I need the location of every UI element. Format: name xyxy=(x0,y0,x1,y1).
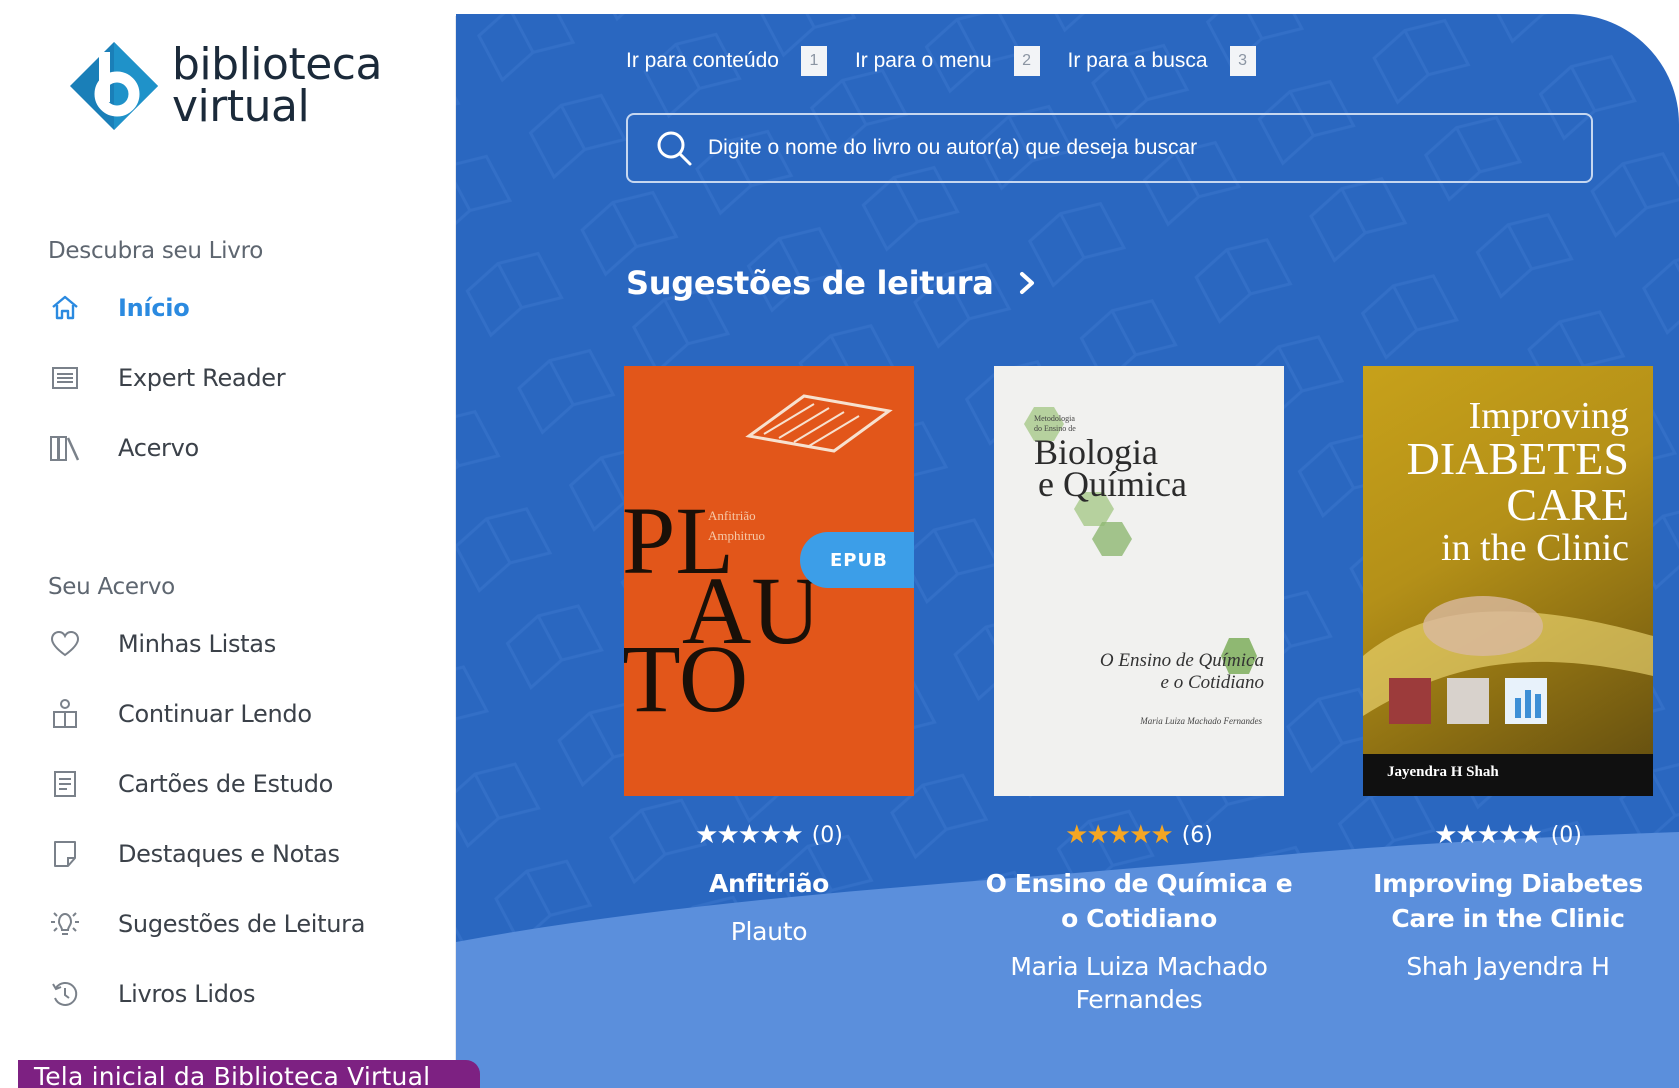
sidebar-item-label: Acervo xyxy=(118,434,199,462)
logo[interactable]: biblioteca virtual xyxy=(66,38,382,134)
sidebar-item-label: Início xyxy=(118,294,190,322)
sidebar-item-label: Minhas Listas xyxy=(118,630,276,658)
book-card: Metodologia do Ensino de Biologia e Quím… xyxy=(974,366,1304,1016)
rating: ★★★★★ (0) xyxy=(1343,820,1673,850)
skip-links: Ir para conteúdo 1 Ir para o menu 2 Ir p… xyxy=(626,46,1284,76)
star-icon: ★ xyxy=(716,820,739,850)
sidebar-item-label: Livros Lidos xyxy=(118,980,256,1008)
rating-stars: ★★★★★ xyxy=(695,820,804,850)
section-title-discover: Descubra seu Livro xyxy=(48,238,263,264)
section-title-seu-acervo: Seu Acervo xyxy=(48,574,175,600)
star-icon: ★ xyxy=(1150,820,1173,850)
chevron-right-icon xyxy=(1019,272,1034,294)
sidebar-item-minhas-listas[interactable]: Minhas Listas xyxy=(48,624,448,664)
sidebar-item-label: Continuar Lendo xyxy=(118,700,312,728)
book-card: Anfitrião Amphitruo PL AU TO EPUB ★★★★★ … xyxy=(604,366,934,948)
sidebar-item-sugestoes-de-leitura[interactable]: Sugestões de Leitura xyxy=(48,904,448,944)
star-icon: ★ xyxy=(1434,820,1457,850)
rating-count: (0) xyxy=(1550,822,1582,848)
shortcut-key: 1 xyxy=(800,46,827,76)
rating-count: (0) xyxy=(811,822,843,848)
book-card: Improving DIABETES CARE in the Clinic Ja… xyxy=(1343,366,1673,983)
suggestions-heading[interactable]: Sugestões de leitura xyxy=(626,264,1036,302)
caption-banner: Tela inicial da Biblioteca Virtual xyxy=(18,1060,480,1088)
book-cover[interactable]: Improving DIABETES CARE in the Clinic Ja… xyxy=(1363,366,1653,796)
sidebar-item-continuar-lendo[interactable]: Continuar Lendo xyxy=(48,694,448,734)
sidebar-item-cartoes-de-estudo[interactable]: Cartões de Estudo xyxy=(48,764,448,804)
book-title[interactable]: Improving Diabetes Care in the Clinic xyxy=(1343,866,1673,936)
search-input[interactable] xyxy=(708,128,1568,168)
sidebar-item-label: Sugestões de Leitura xyxy=(118,910,366,938)
card-icon xyxy=(48,767,82,801)
book-cover[interactable]: Metodologia do Ensino de Biologia e Quím… xyxy=(994,366,1284,796)
book-cover[interactable]: Anfitrião Amphitruo PL AU TO EPUB xyxy=(624,366,914,796)
star-icon: ★ xyxy=(1519,820,1542,850)
book-author: Maria Luiza Machado Fernandes xyxy=(1010,952,1268,1014)
list-icon xyxy=(48,361,82,395)
reader-icon xyxy=(48,697,82,731)
star-icon: ★ xyxy=(1455,820,1478,850)
logo-icon xyxy=(70,42,158,130)
shortcut-key: 3 xyxy=(1229,46,1256,76)
book-title[interactable]: O Ensino de Química e o Cotidiano xyxy=(974,866,1304,936)
epub-badge: EPUB xyxy=(800,532,914,588)
note-icon xyxy=(48,837,82,871)
search-box xyxy=(626,113,1593,183)
home-icon xyxy=(48,291,82,325)
cover-illustration xyxy=(1363,596,1653,724)
book-title[interactable]: Anfitrião xyxy=(604,866,934,901)
star-icon: ★ xyxy=(1498,820,1521,850)
book-author: Plauto xyxy=(730,917,808,946)
sidebar-item-expert-reader[interactable]: Expert Reader xyxy=(48,358,448,398)
heart-icon xyxy=(48,627,82,661)
star-icon: ★ xyxy=(759,820,782,850)
sidebar-item-acervo[interactable]: Acervo xyxy=(48,428,448,468)
sidebar-item-label: Cartões de Estudo xyxy=(118,770,334,798)
logo-text-line2: virtual xyxy=(172,81,310,132)
star-icon: ★ xyxy=(780,820,803,850)
main-content: Ir para conteúdo 1 Ir para o menu 2 Ir p… xyxy=(456,14,1679,1088)
star-icon: ★ xyxy=(1065,820,1088,850)
sidebar-item-label: Expert Reader xyxy=(118,364,286,392)
cover-illustration xyxy=(745,394,893,453)
skip-link-content[interactable]: Ir para conteúdo 1 xyxy=(626,46,827,76)
star-icon: ★ xyxy=(695,820,718,850)
book-author: Shah Jayendra H xyxy=(1406,952,1610,981)
books-icon xyxy=(48,431,82,465)
star-icon: ★ xyxy=(1107,820,1131,850)
rating: ★★★★★ (6) xyxy=(974,820,1304,850)
rating-stars: ★★★★★ xyxy=(1065,820,1174,850)
skip-link-search[interactable]: Ir para a busca 3 xyxy=(1068,46,1256,76)
shortcut-key: 2 xyxy=(1013,46,1040,76)
sidebar-item-inicio[interactable]: Início xyxy=(48,288,448,328)
star-icon: ★ xyxy=(1476,820,1500,850)
search-icon[interactable] xyxy=(654,128,694,168)
star-icon: ★ xyxy=(1129,820,1152,850)
rating-count: (6) xyxy=(1181,822,1213,848)
skip-link-menu[interactable]: Ir para o menu 2 xyxy=(855,46,1040,76)
rating-stars: ★★★★★ xyxy=(1434,820,1543,850)
rating: ★★★★★ (0) xyxy=(604,820,934,850)
logo-text-line1: biblioteca xyxy=(172,39,382,90)
lightbulb-icon xyxy=(48,907,82,941)
sidebar-item-livros-lidos[interactable]: Livros Lidos xyxy=(48,974,448,1014)
sidebar-item-label: Destaques e Notas xyxy=(118,840,340,868)
sidebar-item-destaques-e-notas[interactable]: Destaques e Notas xyxy=(48,834,448,874)
star-icon: ★ xyxy=(1086,820,1109,850)
sidebar: biblioteca virtual Descubra seu Livro In… xyxy=(22,16,456,1088)
star-icon: ★ xyxy=(737,820,761,850)
history-icon xyxy=(48,977,82,1011)
